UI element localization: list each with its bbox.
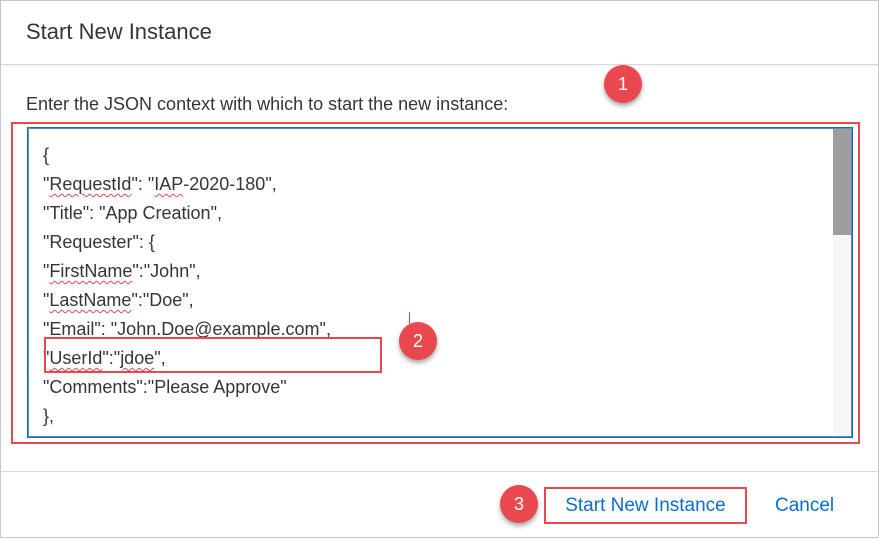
textarea-annotation-box [11,122,860,444]
dialog-title: Start New Instance [26,19,212,44]
start-new-instance-button[interactable]: Start New Instance [544,487,747,524]
step-1-badge: 1 [604,65,642,103]
dialog-header: Start New Instance [1,1,878,65]
userid-annotation-box [44,337,382,373]
step-3-badge: 3 [500,485,538,523]
cancel-button[interactable]: Cancel [775,491,834,521]
cursor-mark [409,312,410,324]
step-2-badge: 2 [399,322,437,360]
json-context-label: Enter the JSON context with which to sta… [26,94,509,114]
